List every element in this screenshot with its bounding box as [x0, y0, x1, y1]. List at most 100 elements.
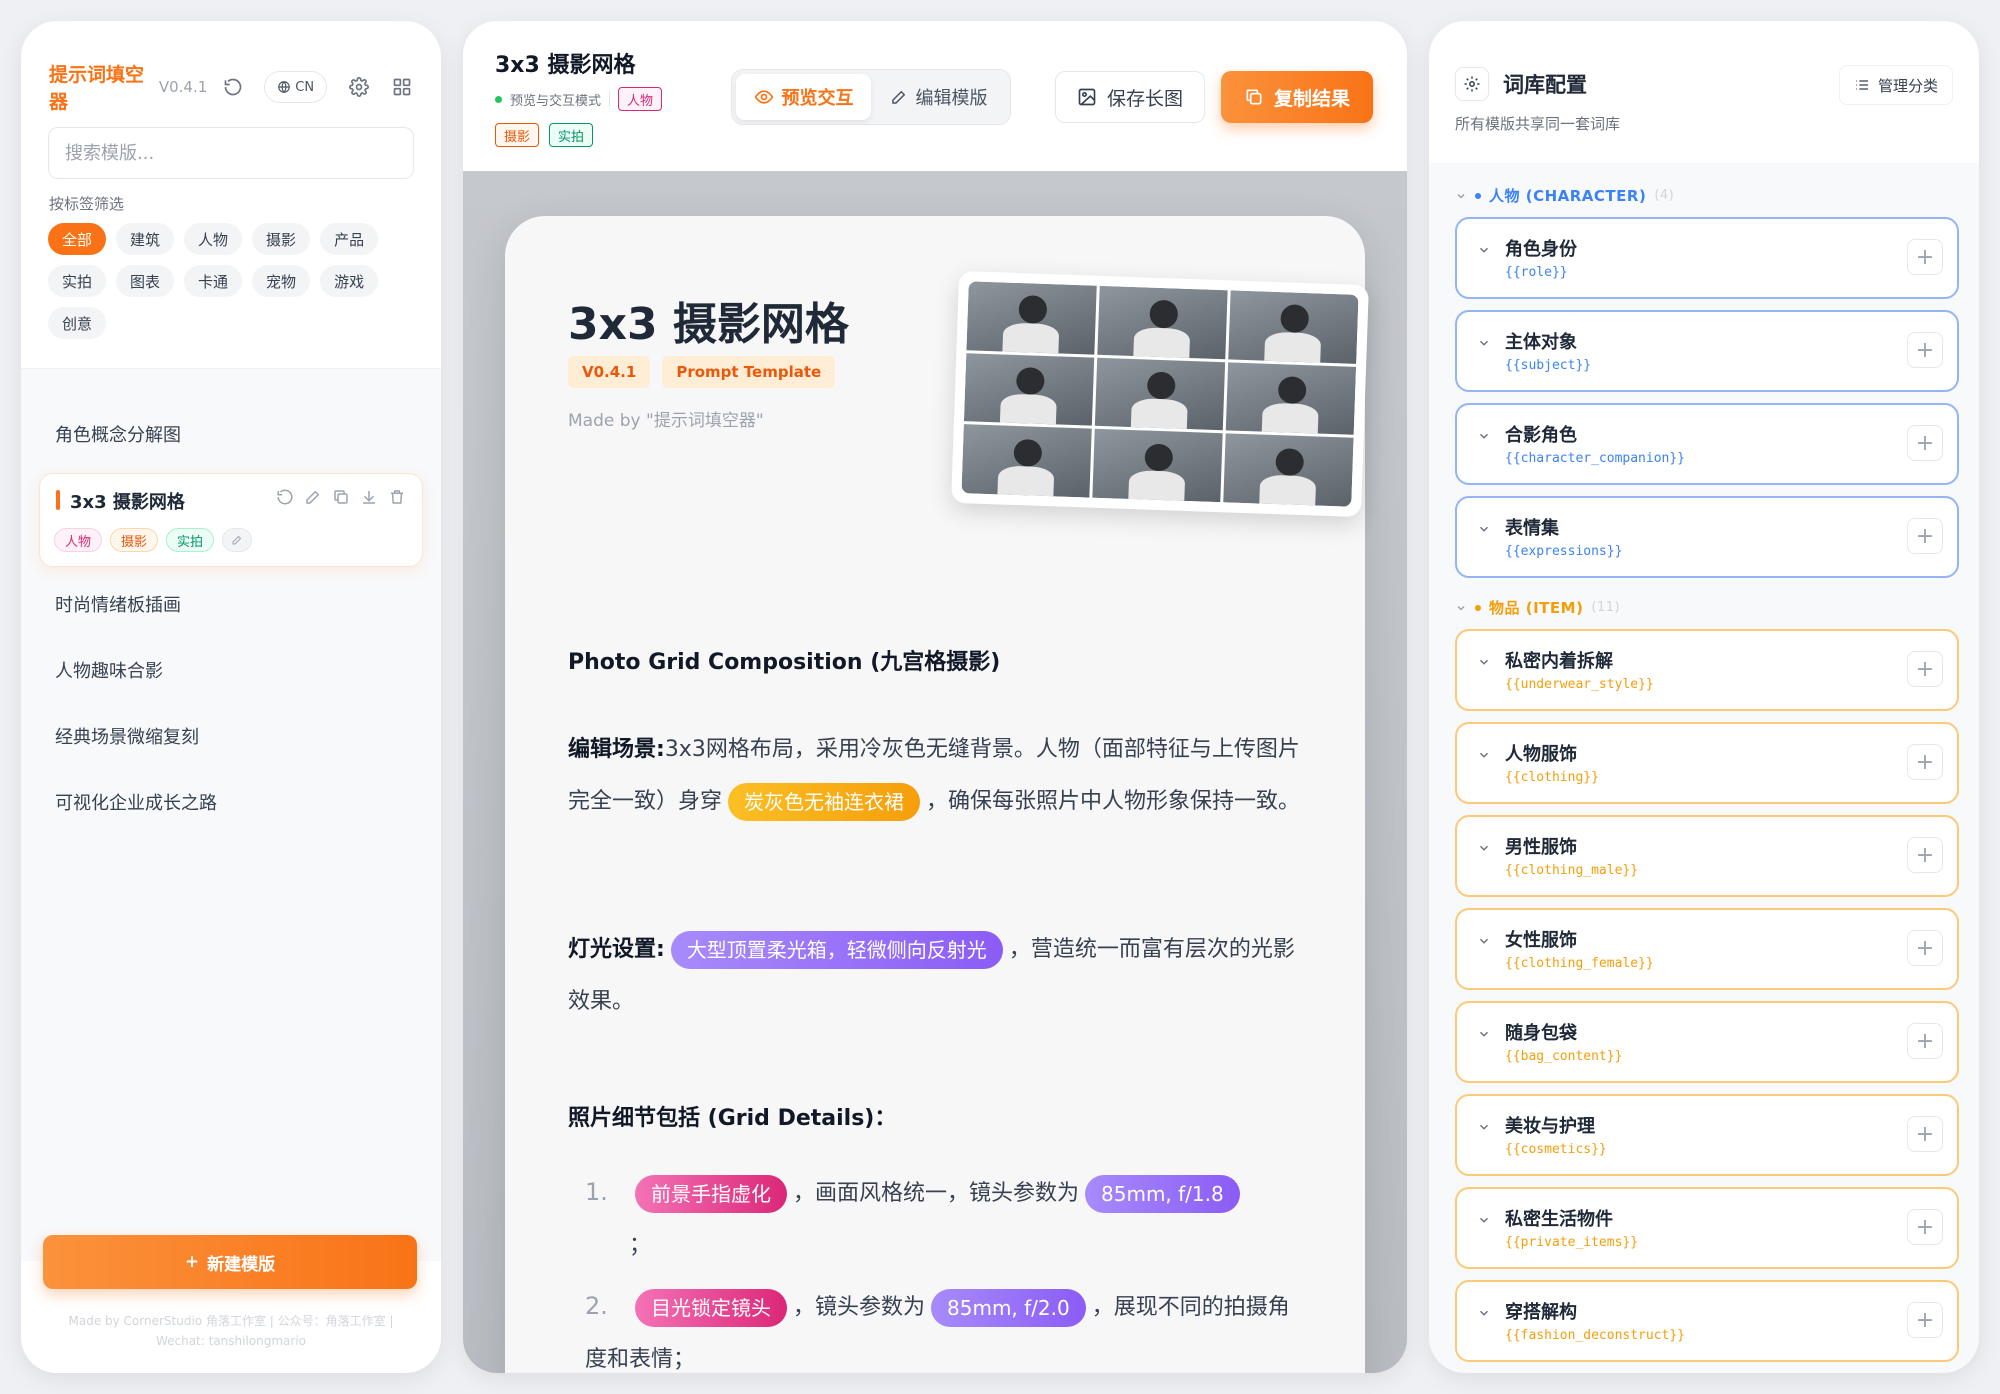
vocabulary-item-name: 随身包袋 [1505, 1023, 1577, 1044]
vocabulary-item-key: {{clothing_male}} [1505, 863, 1639, 878]
tag-filter-chart[interactable]: 图表 [116, 265, 175, 297]
template-item[interactable]: 经典场景微缩复刻 [55, 723, 199, 749]
photo-thumb [1092, 429, 1223, 503]
manage-categories-button[interactable]: 管理分类 [1838, 65, 1953, 105]
variable-chip[interactable]: 85mm, f/1.8 [1085, 1175, 1240, 1213]
add-option-icon[interactable]: + [1907, 239, 1943, 275]
template-search-input[interactable] [48, 127, 414, 179]
chevron-down-icon[interactable] [1477, 336, 1491, 350]
category-header[interactable]: 人物 (CHARACTER) (4) [1455, 185, 1674, 206]
grid-layout-icon[interactable] [386, 70, 417, 104]
tag-filter-cartoon[interactable]: 卡通 [184, 265, 243, 297]
add-option-icon[interactable]: + [1907, 1023, 1943, 1059]
tag-badge: 摄影 [110, 528, 159, 552]
variable-chip-lighting[interactable]: 大型顶置柔光箱，轻微侧向反射光 [670, 931, 1003, 969]
reset-icon[interactable] [276, 488, 294, 506]
section-heading: Photo Grid Composition (九宫格摄影) [568, 650, 1001, 675]
tag-filter-all[interactable]: 全部 [48, 223, 107, 255]
template-sidebar: 提示词填空器 V0.4.1 CN 按标签筛选 全部 建筑 人物 摄影 产品 实拍… [21, 21, 441, 1373]
photo-thumb [1094, 357, 1226, 431]
edit-mode-button[interactable]: 编辑模版 [871, 74, 1006, 120]
duplicate-icon[interactable] [332, 488, 350, 506]
vocabulary-item[interactable]: 男性服饰 {{clothing_male}} + [1455, 815, 1959, 897]
template-item[interactable]: 可视化企业成长之路 [55, 789, 217, 815]
credits-line: Wechat: tanshilongmario [155, 1334, 307, 1348]
settings-gear-icon[interactable] [343, 70, 374, 104]
list-item: 1. 前景手指虚化 ，画面风格统一，镜头参数为 85mm, f/1.8 ； [585, 1166, 1305, 1272]
tag-filter-label: 按标签筛选 [49, 195, 125, 213]
chevron-down-icon[interactable] [1477, 655, 1491, 669]
chevron-down-icon[interactable] [1477, 1306, 1491, 1320]
vocabulary-item[interactable]: 私密生活物件 {{private_items}} + [1455, 1187, 1959, 1269]
sample-photo-grid [951, 270, 1369, 518]
vocabulary-title-row: 词库配置 [1455, 67, 1587, 101]
tag-filter-architecture[interactable]: 建筑 [116, 223, 175, 255]
template-item[interactable]: 时尚情绪板插画 [55, 591, 181, 617]
trash-icon[interactable] [388, 488, 406, 506]
made-by-text: Made by "提示词填空器" [568, 411, 764, 431]
variable-chip[interactable]: 目光锁定镜头 [635, 1289, 787, 1327]
vocabulary-item[interactable]: 美妆与护理 {{cosmetics}} + [1455, 1094, 1959, 1176]
edit-pencil-icon[interactable] [304, 488, 322, 506]
add-option-icon[interactable]: + [1907, 425, 1943, 461]
preview-mode-button[interactable]: 预览交互 [736, 74, 871, 120]
chevron-down-icon[interactable] [1477, 841, 1491, 855]
photo-thumb [1097, 285, 1228, 359]
vocabulary-item[interactable]: 合影角色 {{character_companion}} + [1455, 403, 1959, 485]
template-document: 3x3 摄影网格 V0.4.1 Prompt Template Made by … [505, 216, 1369, 1373]
gear-icon[interactable] [1455, 67, 1489, 101]
category-header[interactable]: 物品 (ITEM) (11) [1455, 597, 1620, 618]
language-switch[interactable]: CN [264, 71, 328, 103]
add-option-icon[interactable]: + [1907, 1209, 1943, 1245]
add-option-icon[interactable]: + [1907, 651, 1943, 687]
add-option-icon[interactable]: + [1907, 1302, 1943, 1338]
template-item-active[interactable]: 3x3 摄影网格 人物 摄影 实拍 [39, 473, 423, 567]
add-option-icon[interactable]: + [1907, 837, 1943, 873]
tag-filter-realshot[interactable]: 实拍 [48, 265, 107, 297]
add-option-icon[interactable]: + [1907, 332, 1943, 368]
chevron-down-icon[interactable] [1477, 429, 1491, 443]
variable-chip[interactable]: 85mm, f/2.0 [931, 1289, 1086, 1327]
save-image-button[interactable]: 保存长图 [1055, 71, 1205, 123]
download-icon[interactable] [360, 488, 378, 506]
vocabulary-item[interactable]: 角色身份 {{role}} + [1455, 217, 1959, 299]
tag-filter-character[interactable]: 人物 [184, 223, 243, 255]
chevron-down-icon[interactable] [1477, 1120, 1491, 1134]
new-template-button[interactable]: + 新建模版 [43, 1235, 417, 1289]
refresh-icon[interactable] [217, 70, 248, 104]
tag-filter-game[interactable]: 游戏 [320, 265, 379, 297]
tag-filter-photography[interactable]: 摄影 [252, 223, 311, 255]
vocabulary-item[interactable]: 女性服饰 {{clothing_female}} + [1455, 908, 1959, 990]
template-item[interactable]: 人物趣味合影 [55, 657, 163, 683]
template-item[interactable]: 角色概念分解图 [55, 421, 181, 447]
category-name: 物品 (ITEM) [1489, 599, 1584, 617]
add-option-icon[interactable]: + [1907, 930, 1943, 966]
tag-filter-pet[interactable]: 宠物 [252, 265, 311, 297]
add-option-icon[interactable]: + [1907, 1116, 1943, 1152]
vocabulary-item[interactable]: 主体对象 {{subject}} + [1455, 310, 1959, 392]
tag-badge: 人物 [54, 528, 103, 552]
tag-filter-creative[interactable]: 创意 [48, 307, 107, 339]
chevron-down-icon[interactable] [1477, 243, 1491, 257]
list-number: 1. [585, 1178, 608, 1206]
tag-filter-product[interactable]: 产品 [320, 223, 379, 255]
photo-thumb [963, 352, 1095, 426]
chevron-down-icon[interactable] [1477, 748, 1491, 762]
vocabulary-item[interactable]: 人物服饰 {{clothing}} + [1455, 722, 1959, 804]
vocabulary-item[interactable]: 私密内着拆解 {{underwear_style}} + [1455, 629, 1959, 711]
copy-result-button[interactable]: 复制结果 [1221, 71, 1373, 123]
chevron-down-icon[interactable] [1477, 522, 1491, 536]
chevron-down-icon[interactable] [1477, 934, 1491, 948]
chevron-down-icon[interactable] [1477, 1027, 1491, 1041]
vocabulary-item[interactable]: 随身包袋 {{bag_content}} + [1455, 1001, 1959, 1083]
vocabulary-item[interactable]: 穿搭解构 {{fashion_deconstruct}} + [1455, 1280, 1959, 1362]
variable-chip-clothing[interactable]: 炭灰色无袖连衣裙 [728, 783, 921, 821]
chevron-down-icon[interactable] [1477, 1213, 1491, 1227]
add-option-icon[interactable]: + [1907, 518, 1943, 554]
active-template-tags: 人物 摄影 实拍 [54, 528, 253, 552]
add-option-icon[interactable]: + [1907, 744, 1943, 780]
vocabulary-item[interactable]: 表情集 {{expressions}} + [1455, 496, 1959, 578]
chevron-down-icon [1457, 605, 1465, 611]
variable-chip[interactable]: 前景手指虚化 [635, 1175, 787, 1213]
edit-tags-icon[interactable] [222, 528, 253, 552]
